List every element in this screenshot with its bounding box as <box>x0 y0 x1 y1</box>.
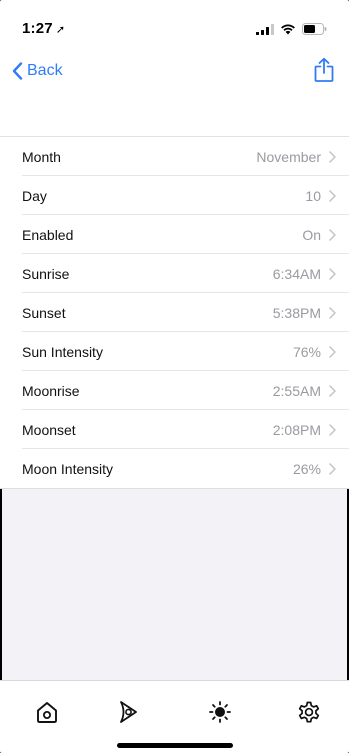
row-label: Moonrise <box>22 382 80 399</box>
chevron-right-icon <box>329 424 336 436</box>
row-value: 2:55AM <box>272 382 321 399</box>
gear-icon <box>298 701 320 723</box>
chevron-right-icon <box>329 463 336 475</box>
tab-sun[interactable] <box>205 697 235 727</box>
home-indicator <box>117 743 233 748</box>
back-button[interactable]: Back <box>12 62 63 80</box>
home-icon <box>37 702 57 723</box>
share-icon <box>314 57 334 82</box>
row-enabled[interactable]: Enabled On <box>0 215 349 254</box>
row-moon-intensity[interactable]: Moon Intensity 26% <box>0 449 349 488</box>
row-label: Month <box>22 148 61 165</box>
navigation-bar: Back <box>0 52 349 137</box>
sun-icon <box>209 701 231 723</box>
row-moonset[interactable]: Moonset 2:08PM <box>0 410 349 449</box>
row-label: Sun Intensity <box>22 343 103 360</box>
row-sun-intensity[interactable]: Sun Intensity 76% <box>0 332 349 371</box>
tab-sail[interactable] <box>113 697 143 727</box>
row-label: Moonset <box>22 421 76 438</box>
status-bar: 1:27 ➚ <box>0 0 349 52</box>
chevron-right-icon <box>329 307 336 319</box>
back-button-label: Back <box>27 62 63 79</box>
row-value: 6:34AM <box>272 265 321 282</box>
tab-home[interactable] <box>32 697 62 727</box>
chevron-right-icon <box>329 268 336 280</box>
row-label: Sunset <box>22 304 66 321</box>
cellular-signal-icon <box>256 23 274 35</box>
row-value: 26% <box>292 460 321 477</box>
row-day[interactable]: Day 10 <box>0 176 349 215</box>
row-value: 2:08PM <box>272 421 321 438</box>
location-arrow-icon: ➚ <box>55 24 66 36</box>
row-label: Day <box>22 187 47 204</box>
row-label: Sunrise <box>22 265 70 282</box>
tab-settings[interactable] <box>294 697 324 727</box>
wifi-icon <box>281 24 295 35</box>
row-month[interactable]: Month November <box>0 137 349 176</box>
row-value: 76% <box>292 343 321 360</box>
row-moonrise[interactable]: Moonrise 2:55AM <box>0 371 349 410</box>
row-label: Moon Intensity <box>22 460 114 477</box>
row-value: 10 <box>305 187 321 204</box>
status-time: 1:27 ➚ <box>22 20 65 37</box>
row-sunrise[interactable]: Sunrise 6:34AM <box>0 254 349 293</box>
chevron-right-icon <box>329 229 336 241</box>
row-value: 5:38PM <box>272 304 321 321</box>
row-value: On <box>302 226 321 243</box>
chevron-right-icon <box>329 385 336 397</box>
chevron-left-icon <box>12 62 23 80</box>
screen: 1:27 ➚ Back Month November Day 10 Enable… <box>0 0 349 753</box>
status-icons <box>256 23 327 35</box>
sail-icon <box>120 701 137 723</box>
row-label: Enabled <box>22 226 74 243</box>
settings-list: Month November Day 10 Enabled On Sunrise… <box>0 137 349 489</box>
chevron-right-icon <box>329 346 336 358</box>
chevron-right-icon <box>329 151 336 163</box>
share-button[interactable] <box>313 57 335 88</box>
row-sunset[interactable]: Sunset 5:38PM <box>0 293 349 332</box>
battery-icon <box>302 23 327 35</box>
row-value: November <box>256 148 321 165</box>
status-time-text: 1:27 <box>22 20 53 37</box>
chevron-right-icon <box>329 190 336 202</box>
